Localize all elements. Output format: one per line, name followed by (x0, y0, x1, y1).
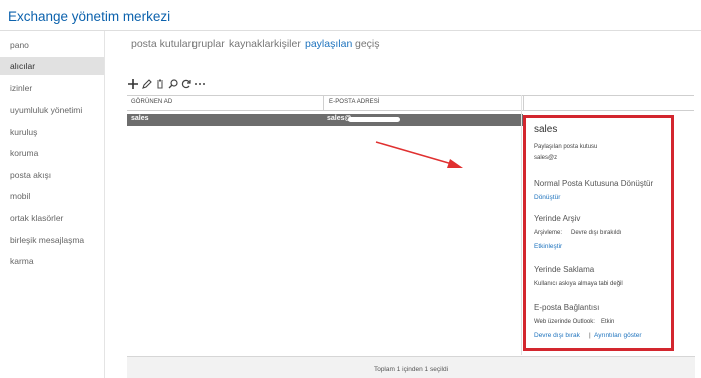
owa-label: Web üzerinde Outlook: (534, 319, 595, 325)
convert-section-title: Normal Posta Kutusuna Dönüştür (534, 179, 654, 188)
hold-section-title: Yerinde Saklama (534, 265, 595, 274)
archive-value: Devre dışı bırakıldı (571, 230, 622, 236)
convert-link[interactable]: Dönüştür (534, 194, 560, 201)
archive-label: Arşivleme: (534, 230, 563, 236)
detail-title: sales (534, 124, 558, 135)
archive-section-title: Yerinde Arşiv (534, 214, 581, 223)
enable-archive-link[interactable]: Etkinleştir (534, 243, 562, 250)
disable-link[interactable]: Devre dışı bırak (534, 332, 580, 339)
link-separator: | (589, 332, 591, 339)
detail-pane: sales Paylaşılan posta kutusu sales@z No… (523, 115, 674, 351)
mailbox-type: Paylaşılan posta kutusu (534, 144, 598, 150)
hold-status: Kullanıcı askıya almaya tabi değil (534, 281, 623, 287)
mailbox-email: sales@z (534, 155, 558, 161)
email-connectivity-title: E-posta Bağlantısı (534, 303, 600, 312)
show-details-link[interactable]: Ayrıntıları göster (594, 332, 642, 339)
owa-value: Etkin (601, 319, 615, 325)
